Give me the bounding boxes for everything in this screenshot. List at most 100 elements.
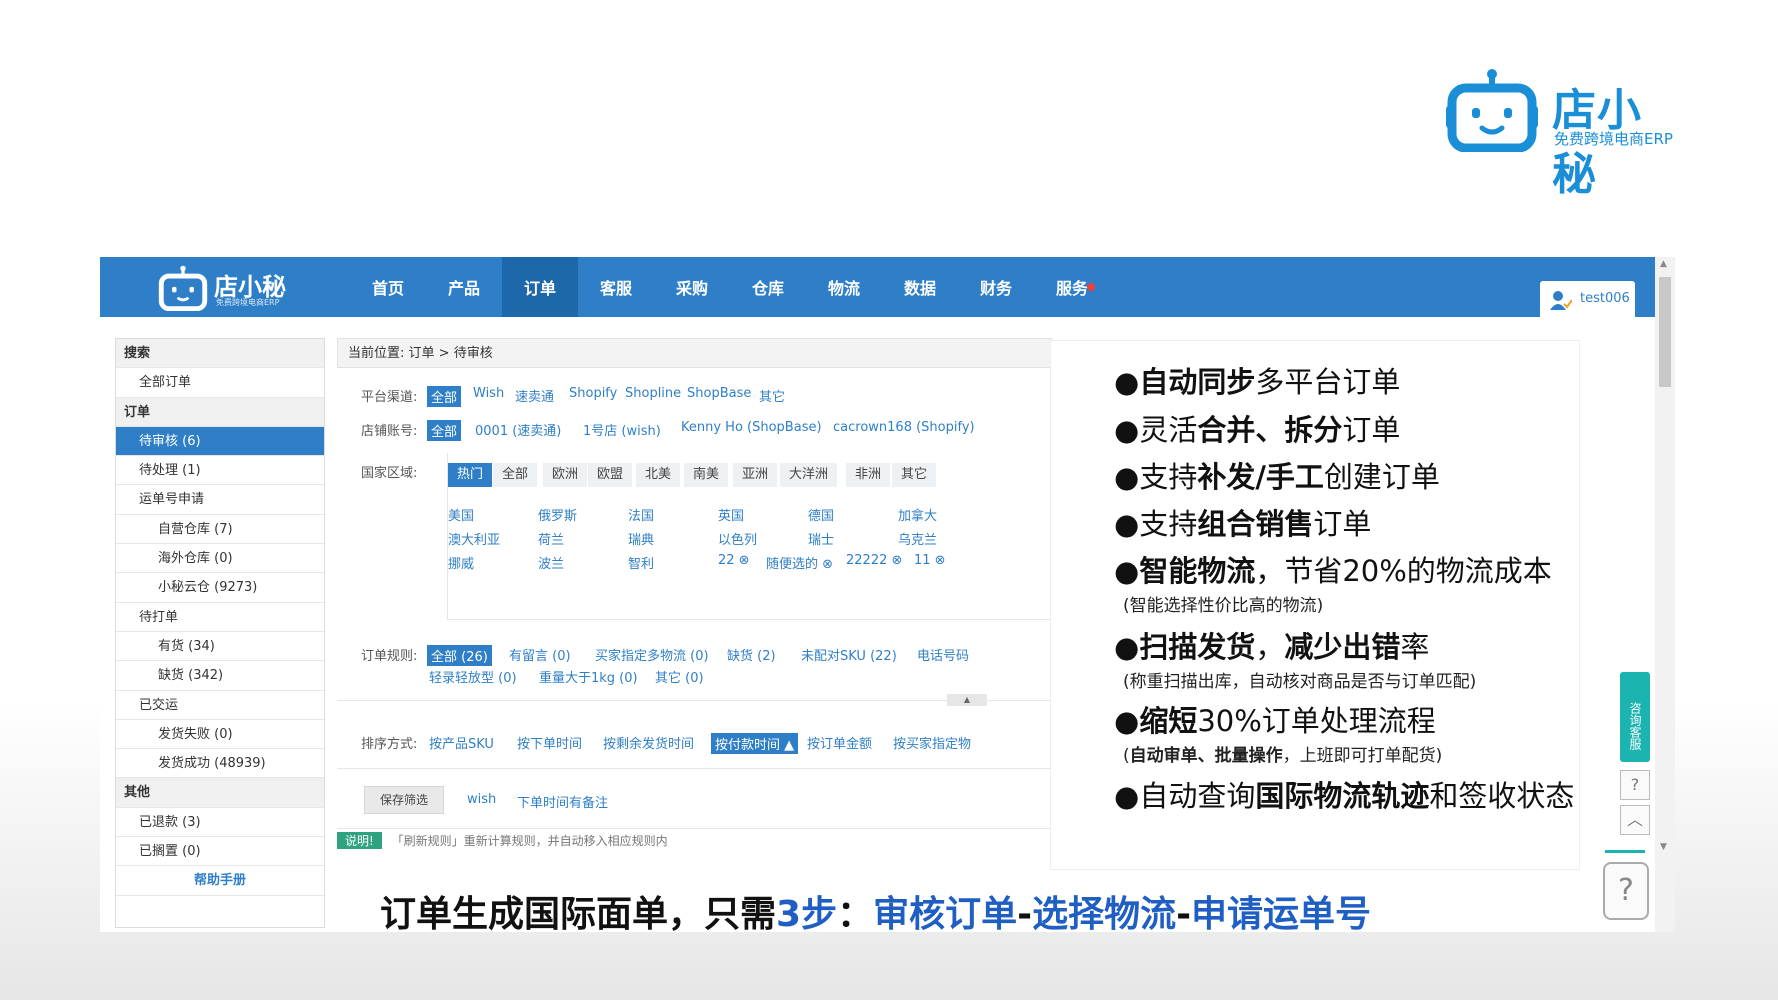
sort-option[interactable]: 按下单时间 bbox=[517, 733, 582, 752]
nav-item-4[interactable]: 采购 bbox=[654, 257, 730, 317]
save-filter-button[interactable]: 保存筛选 bbox=[364, 786, 444, 814]
sidebar-item[interactable]: 待审核 (6) bbox=[116, 426, 324, 457]
help-icon[interactable]: ? bbox=[1603, 862, 1649, 920]
feature-item: ●支持组合销售订单 bbox=[1114, 501, 1371, 543]
country-option[interactable]: 美国 bbox=[448, 505, 474, 524]
sort-option[interactable]: 按买家指定物 bbox=[893, 733, 971, 752]
country-option[interactable]: 俄罗斯 bbox=[538, 505, 577, 524]
country-option[interactable]: 乌克兰 bbox=[898, 529, 937, 548]
nav-item-2[interactable]: 订单 bbox=[502, 257, 578, 317]
scroll-down-icon[interactable]: ▼ bbox=[1660, 842, 1667, 852]
country-option[interactable]: 以色列 bbox=[718, 529, 757, 548]
country-option[interactable]: 22 ⊗ bbox=[718, 553, 750, 568]
sort-option[interactable]: 按剩余发货时间 bbox=[603, 733, 694, 752]
store-option[interactable]: cacrown168 (Shopify) bbox=[833, 420, 975, 435]
country-option[interactable]: 瑞典 bbox=[628, 529, 654, 548]
platform-option[interactable]: 其它 bbox=[759, 386, 785, 405]
sidebar-item[interactable]: 已退款 (3) bbox=[116, 808, 324, 838]
sidebar-item[interactable]: 发货失败 (0) bbox=[116, 720, 324, 750]
scroll-up-icon[interactable]: ▲ bbox=[1660, 259, 1667, 269]
store-option[interactable]: 1号店 (wish) bbox=[583, 420, 661, 439]
scroll-thumb[interactable] bbox=[1659, 277, 1671, 387]
sidebar-item[interactable]: 已交运 bbox=[116, 691, 324, 720]
region-tab[interactable]: 大洋洲 bbox=[780, 463, 838, 487]
country-option[interactable]: 荷兰 bbox=[538, 529, 564, 548]
sidebar-item[interactable]: 发货成功 (48939) bbox=[116, 749, 324, 779]
sidebar-item[interactable]: 缺货 (342) bbox=[116, 661, 324, 691]
platform-option[interactable]: ShopBase bbox=[687, 386, 751, 401]
region-tab[interactable]: 非洲 bbox=[846, 463, 891, 487]
rule-option[interactable]: 有留言 (0) bbox=[509, 645, 571, 664]
nav-item-8[interactable]: 财务 bbox=[958, 257, 1034, 317]
region-filter: 热门 全部 欧洲 欧盟 北美 南美 亚洲 大洋洲 非洲 其它美国 俄罗斯 法国 英国 德国 加拿大澳大利亚 荷… bbox=[447, 453, 1052, 620]
platform-option[interactable]: Wish bbox=[473, 386, 504, 401]
sort-option[interactable]: 按产品SKU bbox=[429, 733, 494, 752]
region-tab[interactable]: 欧洲 bbox=[543, 463, 588, 487]
platform-option[interactable]: 全部 bbox=[427, 386, 462, 407]
nav-item-7[interactable]: 数据 bbox=[882, 257, 958, 317]
region-tab[interactable]: 北美 bbox=[636, 463, 681, 487]
country-option[interactable]: 瑞士 bbox=[808, 529, 834, 548]
country-option[interactable]: 波兰 bbox=[538, 553, 564, 572]
sidebar-item[interactable]: 已搁置 (0) bbox=[116, 837, 324, 867]
brand-logo: 店小秘 免费跨境电商ERP bbox=[1446, 60, 1686, 200]
region-tab[interactable]: 南美 bbox=[684, 463, 729, 487]
collapse-toggle[interactable]: ▲ bbox=[947, 694, 987, 706]
saved-filter-wish[interactable]: wish bbox=[467, 792, 496, 807]
country-option[interactable]: 加拿大 bbox=[898, 505, 937, 524]
sidebar-item[interactable]: 帮助手册 bbox=[116, 866, 324, 896]
region-tab[interactable]: 热门 bbox=[448, 463, 493, 487]
sidebar-item[interactable]: 全部订单 bbox=[116, 368, 324, 398]
consult-service-button[interactable]: 咨询客服 bbox=[1620, 672, 1650, 762]
region-tab[interactable]: 亚洲 bbox=[733, 463, 778, 487]
scrollbar[interactable]: ▲ ▼ bbox=[1655, 257, 1675, 932]
store-option[interactable]: Kenny Ho (ShopBase) bbox=[681, 420, 822, 435]
sidebar-item[interactable]: 待打单 bbox=[116, 603, 324, 632]
region-tab[interactable]: 全部 bbox=[493, 463, 538, 487]
saved-filter-order-time[interactable]: 下单时间有备注 bbox=[517, 792, 608, 811]
rule-option[interactable]: 轻录轻放型 (0) bbox=[429, 667, 517, 686]
country-option[interactable]: 随便选的 ⊗ bbox=[766, 553, 833, 572]
country-option[interactable]: 英国 bbox=[718, 505, 744, 524]
question-icon[interactable]: ? bbox=[1620, 770, 1650, 800]
nav-item-3[interactable]: 客服 bbox=[578, 257, 654, 317]
accent-line bbox=[1605, 850, 1645, 853]
country-option[interactable]: 22222 ⊗ bbox=[846, 553, 902, 568]
sort-option[interactable]: 按订单金额 bbox=[807, 733, 872, 752]
region-tab[interactable]: 欧盟 bbox=[588, 463, 633, 487]
country-option[interactable]: 法国 bbox=[628, 505, 654, 524]
rule-option[interactable]: 未配对SKU (22) bbox=[801, 645, 897, 664]
country-option[interactable]: 智利 bbox=[628, 553, 654, 572]
store-option[interactable]: 0001 (速卖通) bbox=[475, 420, 561, 439]
rule-option[interactable]: 其它 (0) bbox=[655, 667, 704, 686]
sidebar-item[interactable]: 海外仓库 (0) bbox=[116, 544, 324, 574]
sidebar-item[interactable]: 有货 (34) bbox=[116, 632, 324, 662]
rule-option[interactable]: 缺货 (2) bbox=[727, 645, 776, 664]
country-option[interactable]: 11 ⊗ bbox=[914, 553, 946, 568]
nav-item-5[interactable]: 仓库 bbox=[730, 257, 806, 317]
platform-option[interactable]: Shopify bbox=[569, 386, 617, 401]
sidebar-item[interactable]: 自营仓库 (7) bbox=[116, 515, 324, 545]
rule-option[interactable]: 全部 (26) bbox=[427, 645, 492, 666]
nav-logo[interactable]: 店小秘 免费跨境电商ERP bbox=[158, 263, 298, 311]
nav-item-0[interactable]: 首页 bbox=[350, 257, 426, 317]
rule-option[interactable]: 买家指定多物流 (0) bbox=[595, 645, 709, 664]
nav-item-9[interactable]: 服务 bbox=[1034, 257, 1110, 317]
platform-option[interactable]: Shopline bbox=[625, 386, 681, 401]
sort-option[interactable]: 按付款时间 ▲ bbox=[711, 733, 799, 754]
rule-option[interactable]: 电话号码 bbox=[917, 645, 969, 664]
user-menu[interactable]: test006 bbox=[1540, 281, 1635, 317]
country-option[interactable]: 挪威 bbox=[448, 553, 474, 572]
rule-option[interactable]: 重量大于1kg (0) bbox=[539, 667, 638, 686]
region-tab[interactable]: 其它 bbox=[892, 463, 937, 487]
platform-option[interactable]: 速卖通 bbox=[515, 386, 554, 405]
store-option[interactable]: 全部 bbox=[427, 420, 462, 441]
chevron-up-icon[interactable]: ︿ bbox=[1620, 805, 1650, 835]
nav-item-1[interactable]: 产品 bbox=[426, 257, 502, 317]
country-option[interactable]: 德国 bbox=[808, 505, 834, 524]
sidebar-item[interactable]: 小秘云仓 (9273) bbox=[116, 573, 324, 603]
country-option[interactable]: 澳大利亚 bbox=[448, 529, 500, 548]
sidebar-item[interactable]: 运单号申请 bbox=[116, 485, 324, 515]
sidebar-item[interactable]: 待处理 (1) bbox=[116, 456, 324, 486]
nav-item-6[interactable]: 物流 bbox=[806, 257, 882, 317]
